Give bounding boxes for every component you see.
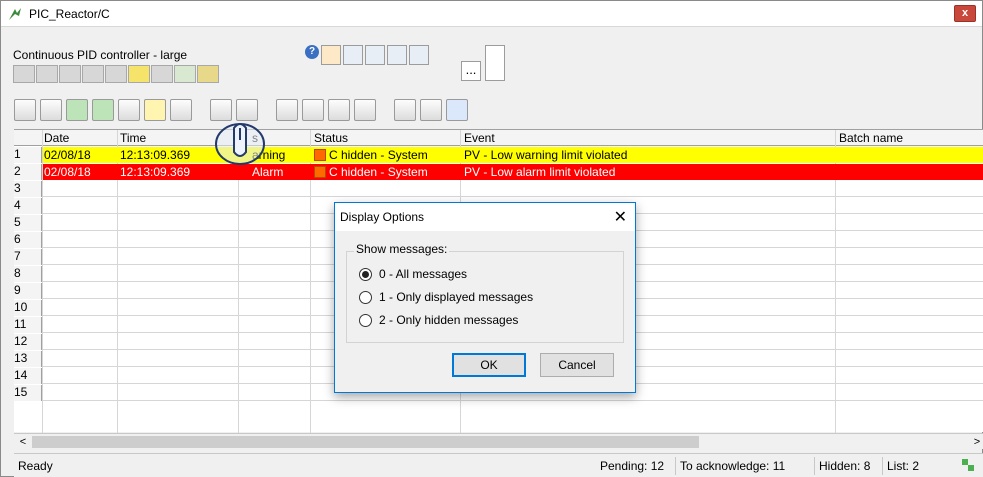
display-options-dialog: Display Options ✕ Show messages: 0 - All… <box>334 202 636 393</box>
window-title: PIC_Reactor/C <box>29 7 110 21</box>
row-number: 14 <box>14 368 42 384</box>
network-icon <box>962 459 974 471</box>
touch-cursor-icon <box>215 123 265 165</box>
row-number: 4 <box>14 198 42 214</box>
group-label: Show messages: <box>354 242 450 256</box>
table-header: Date Time s Status Event Batch name <box>14 130 983 146</box>
trend-icon[interactable] <box>387 45 407 65</box>
table-row[interactable]: 3 <box>14 181 983 197</box>
row-number: 1 <box>14 147 42 163</box>
column-status[interactable]: Status <box>314 131 348 145</box>
app-icon <box>9 8 21 20</box>
list-count: List: 2 <box>882 457 919 475</box>
row-number: 11 <box>14 317 42 333</box>
hide-messages-icon[interactable] <box>144 99 166 121</box>
previous-message-icon[interactable] <box>302 99 324 121</box>
cell-status: C hidden - System <box>314 165 428 179</box>
scroll-right-icon[interactable]: > <box>970 435 983 449</box>
ok-button[interactable]: OK <box>452 353 526 377</box>
to-acknowledge-count: To acknowledge: 11 <box>675 457 785 475</box>
status-icon <box>197 65 219 83</box>
row-number: 3 <box>14 181 42 197</box>
check-icon <box>174 65 196 83</box>
display-options-icon[interactable] <box>170 99 192 121</box>
cell-event: PV - Low warning limit violated <box>464 148 628 162</box>
select-all-icon[interactable] <box>92 99 114 121</box>
status-cell <box>36 65 58 83</box>
radio-icon[interactable] <box>359 313 372 327</box>
hidden-count: Hidden: 8 <box>814 457 870 475</box>
row-number: 2 <box>14 164 42 180</box>
faceplate-status-row <box>13 65 220 83</box>
scroll-thumb[interactable] <box>32 436 699 448</box>
row-number: 5 <box>14 215 42 231</box>
faceplate-extra-icon[interactable] <box>485 45 505 81</box>
cell-date: 02/08/18 <box>44 165 91 179</box>
close-icon[interactable]: ✕ <box>614 207 627 227</box>
hidden-status-icon <box>314 166 326 178</box>
cell-status: C hidden - System <box>314 148 428 162</box>
row-number: 8 <box>14 266 42 282</box>
pending-count: Pending: 12 <box>600 459 665 473</box>
message-view-icon[interactable] <box>343 45 363 65</box>
chart-icon[interactable] <box>409 45 429 65</box>
status-cell <box>59 65 81 83</box>
row-number: 9 <box>14 283 42 299</box>
horizontal-scrollbar[interactable]: < > <box>14 433 983 449</box>
title-bar: PIC_Reactor/C x <box>1 1 982 27</box>
cell-time: 12:13:09.369 <box>120 148 191 162</box>
radio-all-messages[interactable]: 0 - All messages <box>359 267 467 281</box>
faceplate-label: Continuous PID controller - large <box>13 48 188 62</box>
radio-icon[interactable] <box>359 290 372 304</box>
comment-icon[interactable] <box>420 99 442 121</box>
close-button[interactable]: x <box>954 5 976 22</box>
status-cell <box>13 65 35 83</box>
cell-date: 02/08/18 <box>44 148 91 162</box>
status-cell <box>82 65 104 83</box>
column-time[interactable]: Time <box>120 131 146 145</box>
radio-hidden-messages[interactable]: 2 - Only hidden messages <box>359 313 518 327</box>
row-number: 12 <box>14 334 42 350</box>
dialog-title-bar: Display Options ✕ <box>335 203 635 231</box>
faceplate-view-buttons <box>321 45 429 65</box>
first-message-icon[interactable] <box>276 99 298 121</box>
column-event[interactable]: Event <box>464 131 495 145</box>
column-date[interactable]: Date <box>44 131 69 145</box>
radio-displayed-messages[interactable]: 1 - Only displayed messages <box>359 290 533 304</box>
scroll-mode-icon[interactable] <box>446 99 468 121</box>
status-bar: Ready Pending: 12 To acknowledge: 11 Hid… <box>14 453 983 477</box>
lock-icon <box>128 65 150 83</box>
home-icon[interactable] <box>321 45 341 65</box>
statistics-icon[interactable] <box>118 99 140 121</box>
ready-text: Ready <box>18 459 53 473</box>
row-number: 6 <box>14 232 42 248</box>
more-button[interactable]: ... <box>461 61 481 81</box>
acknowledge-icon[interactable] <box>14 99 36 121</box>
table-row[interactable]: 2 02/08/18 12:13:09.369 Alarm C hidden - Sys… <box>14 164 983 180</box>
scroll-left-icon[interactable]: < <box>16 435 30 449</box>
hidden-status-icon <box>314 149 326 161</box>
table-row[interactable]: 1 02/08/18 12:13:09.369 arning C hidden - Sy… <box>14 147 983 163</box>
row-number: 15 <box>14 385 42 401</box>
cell-state: Alarm <box>252 165 284 179</box>
help-icon[interactable]: ? <box>305 45 319 59</box>
status-cell <box>105 65 127 83</box>
last-message-icon[interactable] <box>354 99 376 121</box>
row-number: 13 <box>14 351 42 367</box>
acknowledge-all-icon[interactable] <box>40 99 62 121</box>
row-number: 10 <box>14 300 42 316</box>
select-icon[interactable] <box>66 99 88 121</box>
window: PIC_Reactor/C x Continuous PID controlle… <box>0 0 983 477</box>
radio-selected-icon[interactable] <box>359 267 372 281</box>
parameter-icon[interactable] <box>365 45 385 65</box>
cell-time: 12:13:09.369 <box>120 165 191 179</box>
cancel-button[interactable]: Cancel <box>540 353 614 377</box>
cell-event: PV - Low alarm limit violated <box>464 165 616 179</box>
next-message-icon[interactable] <box>328 99 350 121</box>
status-cell <box>151 65 173 83</box>
column-batch-name[interactable]: Batch name <box>839 131 903 145</box>
dialog-title: Display Options <box>340 210 425 224</box>
info-icon[interactable] <box>394 99 416 121</box>
row-number: 7 <box>14 249 42 265</box>
